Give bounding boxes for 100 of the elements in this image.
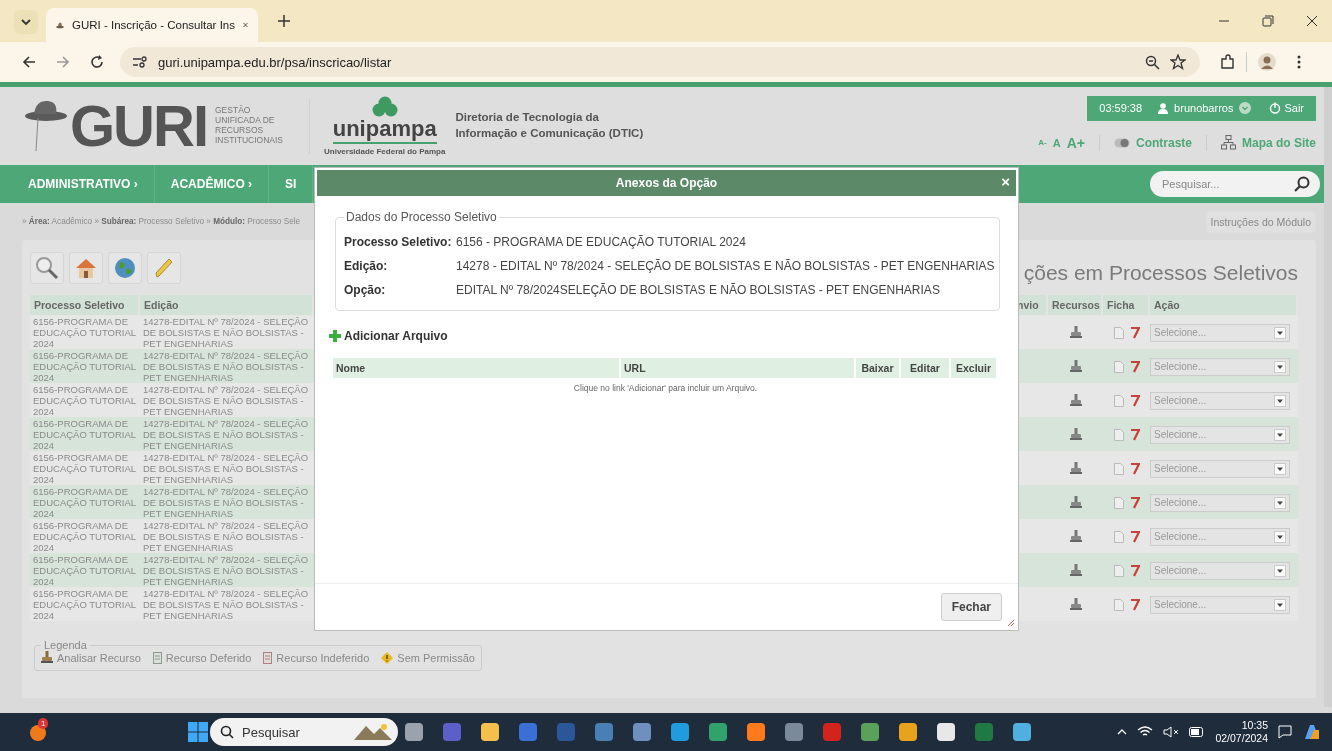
legend-label: Sem Permissão bbox=[397, 651, 475, 664]
add-file-link[interactable]: Adicionar Arquivo bbox=[344, 329, 448, 343]
table-cell-text: 6156-PROGRAMA DE EDUCAÇÃO TUTORIAL 2024 bbox=[32, 315, 137, 351]
user-icon bbox=[1158, 102, 1169, 114]
tab-list-button[interactable] bbox=[14, 10, 38, 34]
action-select[interactable]: Selecione... bbox=[1150, 527, 1290, 546]
stamp-icon[interactable] bbox=[1069, 564, 1082, 578]
action-select[interactable]: Selecione... bbox=[1150, 459, 1290, 478]
search-field[interactable]: Pesquisar bbox=[210, 718, 398, 746]
action-select[interactable]: Selecione... bbox=[1150, 425, 1290, 444]
caret-down-icon bbox=[1274, 428, 1286, 441]
font-size-link[interactable]: A+ bbox=[1066, 134, 1085, 151]
home-button[interactable] bbox=[69, 252, 103, 284]
table-cell-text: 14278-EDITAL Nº 78/2024 - SELEÇÃO DE BOLSISTAS E NÃO BOLSISTAS - PET ENGENHARIAS bbox=[142, 587, 310, 623]
legend-label: Recurso Indeferido bbox=[276, 651, 370, 664]
reload-icon[interactable] bbox=[90, 55, 104, 69]
sitemap-icon[interactable] bbox=[1221, 135, 1236, 150]
zoom-icon[interactable] bbox=[1145, 54, 1160, 70]
clock-date[interactable]: 02/07/2024 bbox=[1215, 732, 1268, 745]
font-size-link[interactable]: A bbox=[1052, 136, 1061, 149]
wifi-icon[interactable] bbox=[1137, 726, 1154, 738]
caret-up-icon[interactable] bbox=[1117, 729, 1128, 735]
magnifier-button[interactable] bbox=[30, 252, 64, 284]
power-icon[interactable] bbox=[1269, 102, 1282, 114]
logout-link[interactable]: Sair bbox=[1284, 102, 1304, 114]
logo-subtitle: GESTÃO UNIFICADA DE RECURSOS INSTITUCIONAIS bbox=[215, 106, 284, 146]
column-header: Editar bbox=[901, 358, 949, 378]
globe-button[interactable] bbox=[108, 252, 142, 284]
field-value: 14278 - EDITAL Nº 78/2024 - SELEÇÃO DE BOLSISTAS E NÃO BOLSISTAS - PET ENGENHARIAS bbox=[456, 259, 995, 273]
close-button[interactable]: Fechar bbox=[940, 593, 1002, 621]
chat-bubble-icon[interactable] bbox=[1278, 725, 1292, 739]
plus-icon[interactable] bbox=[329, 330, 341, 342]
stamp-icon[interactable] bbox=[1069, 496, 1082, 510]
forward-icon[interactable] bbox=[56, 55, 70, 69]
font-size-link[interactable]: A- bbox=[1038, 138, 1047, 147]
caret-down-icon bbox=[1274, 326, 1286, 339]
windows-start-icon[interactable] bbox=[188, 722, 208, 742]
avatar-icon[interactable] bbox=[1257, 52, 1277, 72]
search-field[interactable]: Pesquisar... bbox=[1150, 171, 1320, 197]
battery-icon[interactable] bbox=[1189, 727, 1206, 737]
caret-down-icon bbox=[1274, 394, 1286, 407]
table-cell-text: 6156-PROGRAMA DE EDUCAÇÃO TUTORIAL 2024 bbox=[32, 417, 137, 453]
field-value: EDITAL Nº 78/2024SELEÇÃO DE BOLSISTAS E NÃO BOLSISTAS - PET ENGENHARIAS bbox=[456, 283, 940, 297]
close-icon[interactable] bbox=[1306, 15, 1318, 27]
search-icon bbox=[35, 256, 59, 280]
legend-label: Recurso Deferido bbox=[165, 651, 252, 664]
action-select[interactable]: Selecione... bbox=[1150, 595, 1290, 614]
stamp-icon[interactable] bbox=[1069, 428, 1082, 442]
close-button[interactable]: × bbox=[1001, 174, 1010, 190]
field-value: 6156 - PROGRAMA DE EDUCAÇÃO TUTORIAL 2024 bbox=[456, 235, 746, 249]
table-cell-text: 14278-EDITAL Nº 78/2024 - SELEÇÃO DE BOLSISTAS E NÃO BOLSISTAS - PET ENGENHARIAS bbox=[142, 383, 310, 419]
site-settings-icon[interactable] bbox=[132, 56, 148, 68]
logo-subtitle: Universidade Federal do Pampa bbox=[324, 147, 446, 156]
stamp-icon[interactable] bbox=[1069, 360, 1082, 374]
breadcrumb: » Área: Acadêmico » Subárea: Processo Seletivo » Módulo: Processo Sele bbox=[22, 217, 301, 226]
table-cell-text: 6156-PROGRAMA DE EDUCAÇÃO TUTORIAL 2024 bbox=[32, 383, 137, 419]
puzzle-icon[interactable] bbox=[1220, 54, 1236, 70]
stamp-icon[interactable] bbox=[1069, 326, 1082, 340]
module-instructions-button[interactable]: Instruções do Módulo bbox=[1205, 210, 1316, 233]
caret-down-icon bbox=[1274, 598, 1286, 611]
back-icon[interactable] bbox=[22, 55, 36, 69]
stamp-icon[interactable] bbox=[1069, 530, 1082, 544]
menu-item[interactable]: ACADÊMICO › bbox=[154, 165, 270, 203]
action-select[interactable]: Selecione... bbox=[1150, 493, 1290, 512]
tree-icon bbox=[371, 96, 398, 118]
field-label: Processo Seletivo: bbox=[344, 235, 453, 249]
star-icon[interactable] bbox=[1170, 54, 1186, 70]
address-bar[interactable]: guri.unipampa.edu.br/psa/inscricao/listar bbox=[120, 47, 1200, 77]
stamp-icon[interactable] bbox=[1069, 462, 1082, 476]
scrollbar[interactable] bbox=[1324, 87, 1332, 707]
warning-diamond-icon bbox=[381, 651, 394, 664]
action-select[interactable]: Selecione... bbox=[1150, 391, 1290, 410]
stamp-icon[interactable] bbox=[1069, 394, 1082, 408]
menu-item[interactable]: SI bbox=[269, 165, 314, 203]
stamp-icon bbox=[41, 651, 53, 664]
toggle-icon[interactable] bbox=[1113, 137, 1130, 148]
unipampa-logo-text: unipampa bbox=[332, 118, 437, 144]
copilot-icon[interactable] bbox=[1302, 722, 1322, 742]
action-select[interactable]: Selecione... bbox=[1150, 323, 1290, 342]
menu-icon[interactable] bbox=[1297, 55, 1301, 69]
table-cell-text: 6156-PROGRAMA DE EDUCAÇÃO TUTORIAL 2024 bbox=[32, 451, 137, 487]
house-icon bbox=[74, 256, 98, 280]
action-select[interactable]: Selecione... bbox=[1150, 357, 1290, 376]
stamp-icon[interactable] bbox=[1069, 598, 1082, 612]
table-cell-text: 6156-PROGRAMA DE EDUCAÇÃO TUTORIAL 2024 bbox=[32, 553, 137, 589]
panel-title: Dados do Processo Seletivo bbox=[345, 210, 498, 224]
site-map-link[interactable]: Mapa do Site bbox=[1242, 135, 1316, 150]
contrast-link[interactable]: Contraste bbox=[1135, 135, 1192, 150]
restore-icon[interactable] bbox=[1262, 15, 1274, 27]
table-cell-text: 14278-EDITAL Nº 78/2024 - SELEÇÃO DE BOLSISTAS E NÃO BOLSISTAS - PET ENGENHARIAS bbox=[142, 417, 310, 453]
new-tab-icon[interactable] bbox=[278, 15, 290, 27]
app-circle-icon[interactable] bbox=[28, 722, 48, 742]
menu-item[interactable]: ADMINISTRATIVO › bbox=[0, 165, 155, 203]
table-cell-text: 6156-PROGRAMA DE EDUCAÇÃO TUTORIAL 2024 bbox=[32, 587, 137, 623]
clock-time[interactable]: 10:35 bbox=[1241, 719, 1268, 732]
browser-tab[interactable]: GURI - Inscrição - Consultar Ins bbox=[46, 8, 258, 42]
resize-grip-icon[interactable] bbox=[1007, 619, 1015, 627]
speaker-icon[interactable] bbox=[1163, 726, 1180, 738]
action-select[interactable]: Selecione... bbox=[1150, 561, 1290, 580]
table-cell-text: 14278-EDITAL Nº 78/2024 - SELEÇÃO DE BOLSISTAS E NÃO BOLSISTAS - PET ENGENHARIAS bbox=[142, 553, 310, 589]
